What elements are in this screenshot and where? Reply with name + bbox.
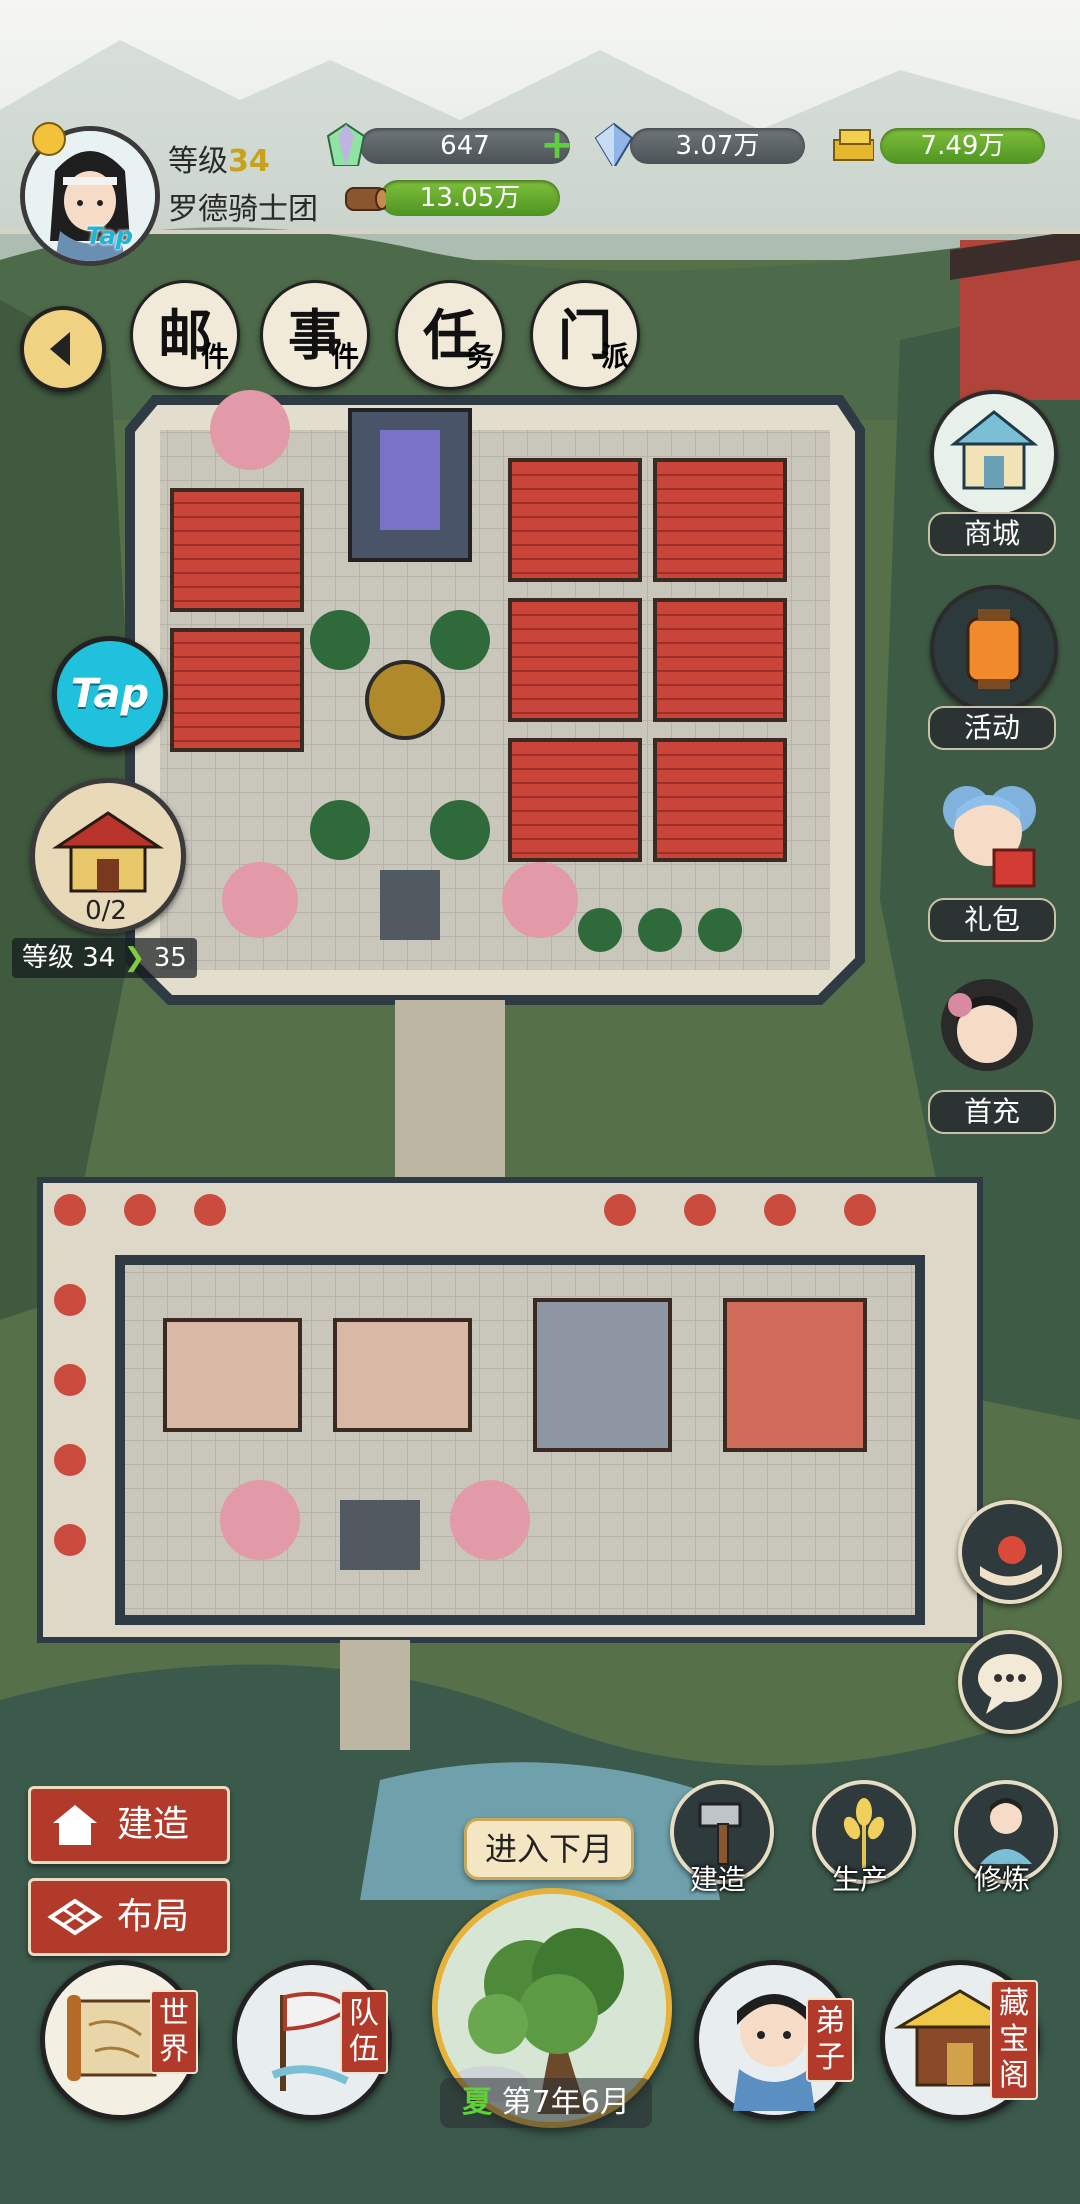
guild-name: 罗德骑士团 (168, 192, 318, 227)
building-progress: 0/2 (85, 896, 127, 926)
nav-events-sub: 件 (330, 340, 359, 373)
treasury-label-3: 阁 (999, 2058, 1029, 2093)
wood-log-icon (345, 187, 386, 211)
nav-quests[interactable]: 任务 (395, 280, 505, 390)
avatar-tap-badge: Tap (86, 222, 133, 250)
chat-bubble-icon (978, 1654, 1042, 1714)
nav-sect[interactable]: 门派 (530, 280, 640, 390)
world-label-2: 界 (159, 2032, 189, 2067)
team-label-1: 队 (349, 1996, 379, 2031)
level-from: 等级 34 (22, 943, 116, 973)
treasury-label-1: 藏 (999, 1986, 1029, 2021)
level-to: 35 (153, 943, 187, 973)
gold-ingot-icon (833, 129, 874, 161)
disciple-label-1: 弟 (815, 2004, 845, 2039)
team-label-2: 伍 (349, 2032, 379, 2067)
nav-mail[interactable]: 邮件 (130, 280, 240, 390)
build-mode-button[interactable]: 建造 (28, 1786, 230, 1864)
gift-label: 礼包 (928, 898, 1056, 942)
gem-icon (326, 122, 366, 166)
avatar-sun-icon (32, 122, 66, 156)
grid-layout-icon (47, 1898, 103, 1936)
level-arrow-icon: ❯ (123, 943, 146, 973)
next-month-label: 进入下月 (484, 1830, 613, 1868)
disciple-label: 弟 子 (806, 1998, 854, 2082)
first-charge-girl-icon (941, 979, 1033, 1071)
activity-button[interactable] (930, 585, 1058, 713)
world-label-1: 世 (159, 1996, 189, 2031)
level-value: 34 (228, 144, 270, 179)
shop-button[interactable] (930, 390, 1058, 518)
wood-counter: 13.05万 (380, 180, 560, 216)
cultivate-label: 修炼 (973, 1863, 1030, 1896)
treasury-label-2: 宝 (999, 2022, 1029, 2057)
tap-label: Tap (70, 671, 150, 717)
shop-pavilion-icon (949, 410, 1039, 490)
crystal-value: 3.07万 (675, 131, 760, 161)
layout-mode-button[interactable]: 布局 (28, 1878, 230, 1956)
add-gem-button[interactable]: + (540, 125, 574, 165)
chat-button[interactable] (958, 1630, 1062, 1734)
treasury-label: 藏 宝 阁 (990, 1980, 1038, 2100)
lantern-icon (966, 609, 1022, 689)
wood-value: 13.05万 (419, 183, 521, 213)
construct-label: 建造 (689, 1863, 746, 1896)
world-label: 世 界 (150, 1990, 198, 2074)
nav-events[interactable]: 事件 (260, 280, 370, 390)
next-month-button[interactable]: 进入下月 (464, 1818, 634, 1880)
house-icon (53, 1805, 97, 1845)
nav-mail-sub: 件 (200, 340, 229, 373)
shop-label: 商城 (928, 512, 1056, 556)
build-mode-label: 建造 (117, 1804, 190, 1845)
date-banner: 夏 第7年6月 (440, 2078, 652, 2128)
season-label: 夏 (462, 2085, 493, 2120)
produce-label: 生产 (831, 1863, 888, 1896)
nav-sect-sub: 派 (600, 340, 629, 373)
player-level: 等级34 (168, 136, 270, 180)
nav-quests-sub: 务 (465, 340, 494, 373)
tap-button[interactable]: Tap (52, 636, 168, 752)
level-label: 等级 (168, 144, 228, 179)
level-upgrade-info: 等级 34 ❯ 35 (12, 938, 197, 978)
back-arrow-icon (50, 332, 70, 366)
gold-value: 7.49万 (920, 131, 1005, 161)
scheme-button[interactable] (958, 1500, 1062, 1604)
player-avatar[interactable] (16, 128, 17, 129)
gem-value: 647 (440, 131, 490, 161)
first-charge-label: 首充 (928, 1090, 1056, 1134)
gem-counter: 647 (360, 128, 570, 164)
crystal-counter: 3.07万 (630, 128, 805, 164)
back-button[interactable] (20, 306, 106, 392)
activity-label: 活动 (928, 706, 1056, 750)
team-label: 队 伍 (340, 1990, 388, 2074)
hand-orb-icon (980, 1536, 1042, 1586)
date-label: 第7年6月 (501, 2085, 630, 2120)
disciple-label-2: 子 (815, 2040, 845, 2075)
first-charge-button[interactable] (922, 965, 1052, 1095)
gift-button[interactable] (922, 770, 1052, 900)
gold-counter: 7.49万 (880, 128, 1045, 164)
top-hud: Tap 等级34 罗德骑士团 13.05万 647 + 3.07万 7.49万 (0, 0, 1080, 266)
layout-mode-label: 布局 (117, 1896, 190, 1937)
gift-girl-icon (943, 786, 1036, 888)
crystal-icon (594, 122, 634, 166)
